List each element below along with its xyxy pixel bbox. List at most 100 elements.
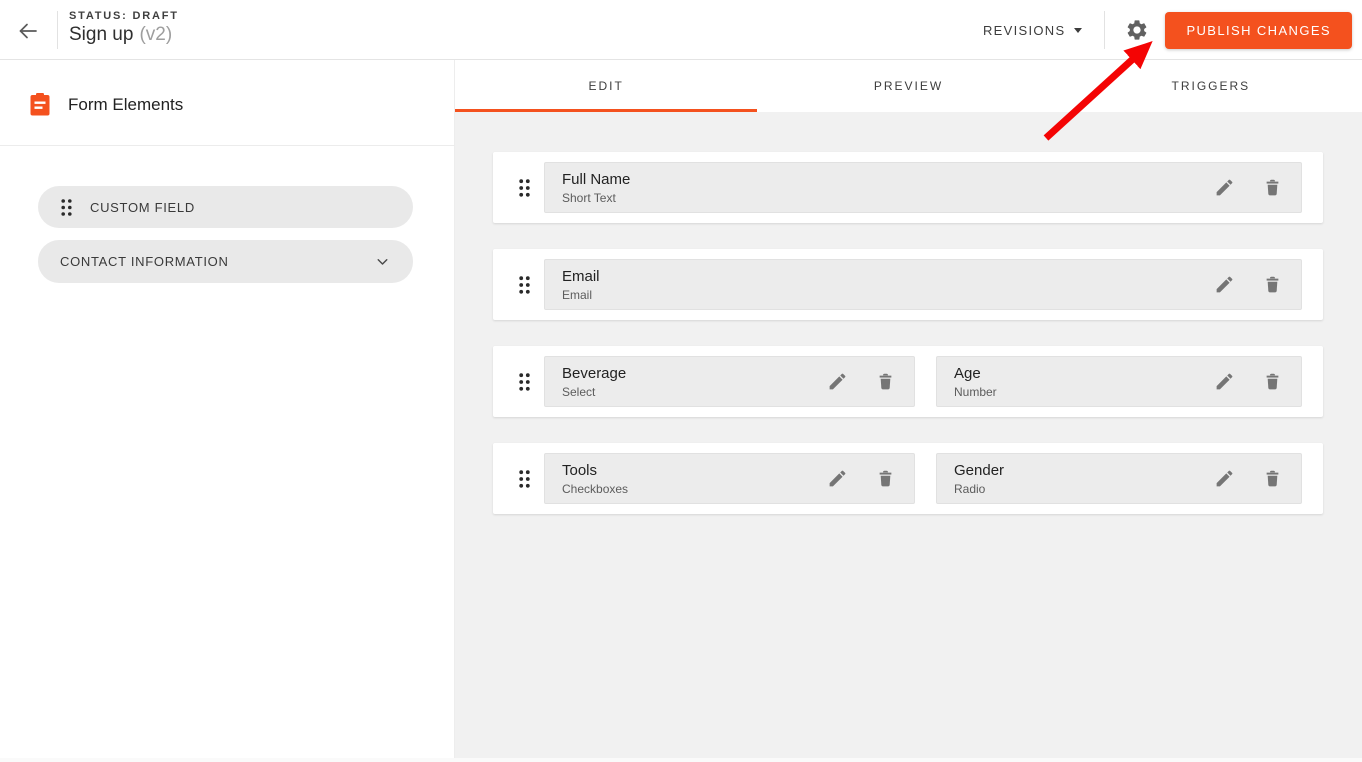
drag-dots-icon: [518, 372, 531, 392]
chevron-down-icon: [374, 253, 391, 270]
field-box-gender[interactable]: Gender Radio: [936, 453, 1302, 504]
caret-down-icon: [1074, 28, 1082, 33]
edit-field-button[interactable]: [1209, 270, 1239, 300]
drag-dots-icon: [60, 198, 73, 217]
delete-field-button[interactable]: [1257, 270, 1287, 300]
sidebar-item-label: CUSTOM FIELD: [90, 200, 195, 215]
field-box-tools[interactable]: Tools Checkboxes: [544, 453, 915, 504]
header-divider: [1104, 11, 1105, 49]
status-badge: STATUS: DRAFT: [69, 10, 179, 22]
arrow-left-icon: [16, 19, 40, 43]
settings-button[interactable]: [1124, 17, 1150, 43]
delete-field-button[interactable]: [1257, 464, 1287, 494]
pencil-icon: [827, 371, 848, 392]
field-actions: [1209, 270, 1287, 300]
drag-handle[interactable]: [506, 346, 542, 417]
pencil-icon: [1214, 468, 1235, 489]
tab-label: EDIT: [588, 79, 623, 93]
back-button[interactable]: [12, 18, 44, 44]
top-bar: STATUS: DRAFT Sign up (v2) REVISIONS PUBL…: [0, 0, 1362, 60]
drag-handle[interactable]: [506, 443, 542, 514]
header-actions: REVISIONS PUBLISH CHANGES: [983, 0, 1352, 60]
field-type: Checkboxes: [562, 482, 822, 496]
panel-header: Form Elements: [30, 93, 183, 116]
form-name: Sign up: [69, 24, 133, 45]
sidebar-item-custom-field[interactable]: CUSTOM FIELD: [38, 186, 413, 228]
field-title: Age: [954, 365, 1209, 383]
delete-field-button[interactable]: [1257, 173, 1287, 203]
sidebar-item-label: CONTACT INFORMATION: [60, 254, 229, 269]
field-text: Email Email: [562, 268, 1209, 302]
field-actions: [822, 464, 900, 494]
pencil-icon: [1214, 371, 1235, 392]
bottom-strip: [0, 758, 1362, 762]
field-actions: [1209, 464, 1287, 494]
tab-label: PREVIEW: [874, 79, 943, 93]
form-title-block: STATUS: DRAFT Sign up (v2): [69, 10, 179, 46]
page-title: Sign up (v2): [69, 24, 179, 46]
edit-field-button[interactable]: [1209, 173, 1239, 203]
trash-icon: [1262, 371, 1283, 392]
pencil-icon: [1214, 274, 1235, 295]
field-box-beverage[interactable]: Beverage Select: [544, 356, 915, 407]
drag-handle[interactable]: [506, 152, 542, 223]
field-type: Number: [954, 385, 1209, 399]
revisions-label: REVISIONS: [983, 23, 1066, 38]
clipboard-icon: [30, 93, 50, 116]
drag-handle[interactable]: [506, 249, 542, 320]
gear-icon: [1125, 18, 1149, 42]
publish-changes-button[interactable]: PUBLISH CHANGES: [1165, 12, 1352, 49]
tab-edit[interactable]: EDIT: [455, 60, 757, 112]
delete-field-button[interactable]: [1257, 367, 1287, 397]
field-title: Email: [562, 268, 1209, 286]
field-title: Beverage: [562, 365, 822, 383]
field-text: Beverage Select: [562, 365, 822, 399]
form-elements-panel: Form Elements CUSTOM FIELD CONTACT INFOR…: [0, 60, 455, 758]
form-version: (v2): [139, 24, 172, 45]
field-type: Short Text: [562, 191, 1209, 205]
edit-field-button[interactable]: [822, 367, 852, 397]
header-divider: [57, 11, 58, 49]
field-text: Age Number: [954, 365, 1209, 399]
drag-dots-icon: [518, 275, 531, 295]
field-text: Tools Checkboxes: [562, 462, 822, 496]
field-actions: [1209, 173, 1287, 203]
trash-icon: [1262, 274, 1283, 295]
field-title: Tools: [562, 462, 822, 480]
field-type: Radio: [954, 482, 1209, 496]
pencil-icon: [827, 468, 848, 489]
edit-field-button[interactable]: [1209, 464, 1239, 494]
tab-bar: EDIT PREVIEW TRIGGERS: [455, 60, 1362, 112]
form-row: Full Name Short Text: [493, 152, 1323, 223]
delete-field-button[interactable]: [870, 367, 900, 397]
field-text: Full Name Short Text: [562, 171, 1209, 205]
panel-title: Form Elements: [68, 95, 183, 115]
tab-preview[interactable]: PREVIEW: [757, 60, 1059, 112]
pencil-icon: [1214, 177, 1235, 198]
trash-icon: [1262, 177, 1283, 198]
delete-field-button[interactable]: [870, 464, 900, 494]
panel-divider: [0, 145, 455, 146]
field-type: Select: [562, 385, 822, 399]
edit-field-button[interactable]: [1209, 367, 1239, 397]
form-row: Tools Checkboxes Gender Radio: [493, 443, 1323, 514]
field-title: Gender: [954, 462, 1209, 480]
drag-dots-icon: [518, 178, 531, 198]
field-title: Full Name: [562, 171, 1209, 189]
trash-icon: [875, 468, 896, 489]
drag-dots-icon: [518, 469, 531, 489]
field-box-age[interactable]: Age Number: [936, 356, 1302, 407]
tab-label: TRIGGERS: [1171, 79, 1250, 93]
field-text: Gender Radio: [954, 462, 1209, 496]
tab-triggers[interactable]: TRIGGERS: [1060, 60, 1362, 112]
trash-icon: [1262, 468, 1283, 489]
sidebar-item-contact-information[interactable]: CONTACT INFORMATION: [38, 240, 413, 283]
form-row: Email Email: [493, 249, 1323, 320]
field-box-full-name[interactable]: Full Name Short Text: [544, 162, 1302, 213]
edit-field-button[interactable]: [822, 464, 852, 494]
field-actions: [1209, 367, 1287, 397]
revisions-dropdown[interactable]: REVISIONS: [983, 23, 1083, 38]
form-row: Beverage Select Age Number: [493, 346, 1323, 417]
field-box-email[interactable]: Email Email: [544, 259, 1302, 310]
field-type: Email: [562, 288, 1209, 302]
